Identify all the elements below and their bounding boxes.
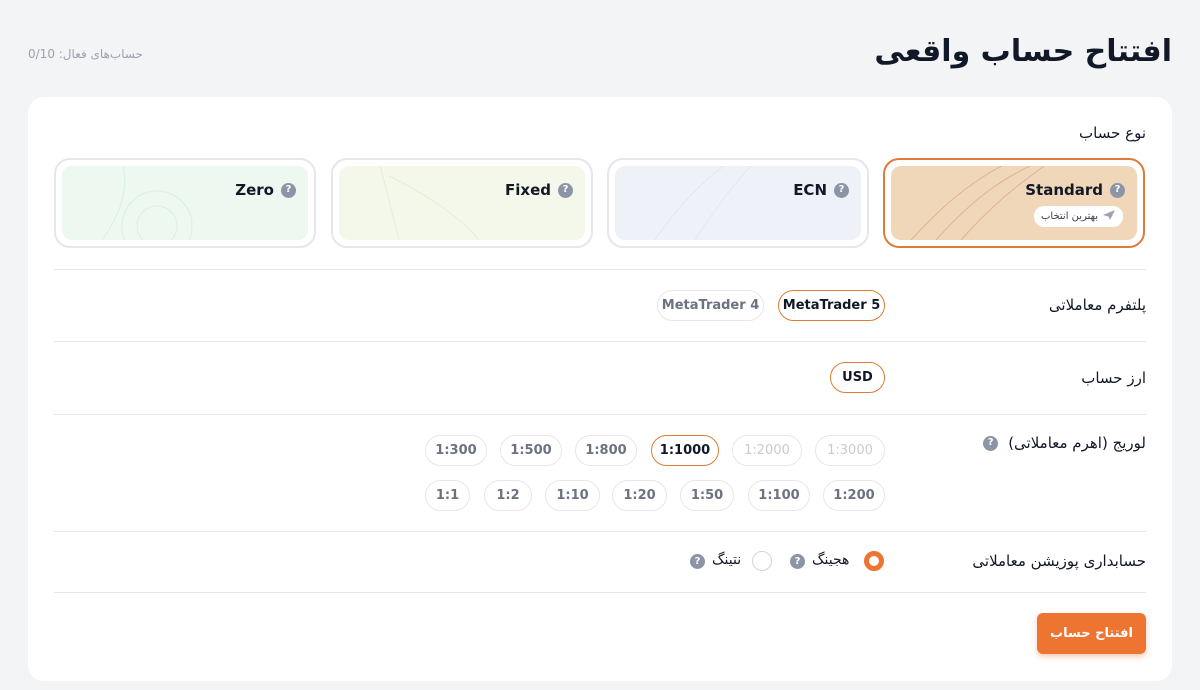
divider xyxy=(54,341,1146,342)
best-choice-badge: بهترین انتخاب xyxy=(1034,206,1123,227)
platform-label: پلتفرم معاملاتی xyxy=(1048,296,1146,314)
question-circle-icon[interactable]: ? xyxy=(983,435,999,451)
leverage-option[interactable]: 1:20 xyxy=(612,480,667,511)
account-type-name: Fixed xyxy=(505,181,551,199)
account-type-label: نوع حساب xyxy=(1079,124,1146,142)
account-type-zero[interactable]: Zero ? xyxy=(54,158,316,248)
question-circle-icon[interactable]: ? xyxy=(834,182,849,198)
divider xyxy=(54,531,1146,532)
decorative-lines-icon xyxy=(654,166,752,240)
platform-option-mt5[interactable]: MetaTrader 5 xyxy=(778,290,885,321)
best-choice-badge-label: بهترین انتخاب xyxy=(1041,211,1098,222)
leverage-label: لوریج (اهرم معاملاتی) xyxy=(1008,434,1146,452)
leverage-option[interactable]: 1:1000 xyxy=(651,435,719,466)
account-type-fixed-title: Fixed ? xyxy=(505,181,573,199)
account-type-name: ECN xyxy=(793,181,827,199)
leverage-option[interactable]: 1:300 xyxy=(425,435,487,466)
active-accounts-count: حساب‌های فعال: 0/10 xyxy=(28,47,143,61)
rocket-icon xyxy=(1102,209,1116,224)
divider xyxy=(54,414,1146,415)
leverage-option[interactable]: 1:2000 xyxy=(732,435,802,466)
account-type-standard-title: Standard ? xyxy=(1025,181,1125,199)
leverage-option[interactable]: 1:500 xyxy=(500,435,562,466)
currency-option-usd[interactable]: USD xyxy=(830,362,885,393)
leverage-option[interactable]: 1:3000 xyxy=(815,435,885,466)
account-form-card: نوع حساب Standard ? بهترین انتخاب ECN ? … xyxy=(28,97,1172,681)
account-type-ecn-title: ECN ? xyxy=(793,181,849,199)
divider xyxy=(54,269,1146,270)
decorative-lines-icon xyxy=(101,166,193,240)
question-circle-icon[interactable]: ? xyxy=(790,554,805,569)
account-type-ecn[interactable]: ECN ? xyxy=(607,158,869,248)
radio-netting[interactable] xyxy=(752,551,772,571)
leverage-label-wrap: لوریج (اهرم معاملاتی) ? xyxy=(983,434,1146,452)
question-circle-icon[interactable]: ? xyxy=(281,182,296,198)
leverage-option[interactable]: 1:1 xyxy=(425,480,470,511)
question-circle-icon[interactable]: ? xyxy=(558,182,573,198)
position-accounting-label: حسابداری پوزیشن معاملاتی xyxy=(972,552,1146,570)
account-type-zero-bg: Zero ? xyxy=(62,166,308,240)
account-type-zero-title: Zero ? xyxy=(235,181,296,199)
question-circle-icon[interactable]: ? xyxy=(690,554,705,569)
currency-label: ارز حساب xyxy=(1081,369,1146,387)
leverage-option[interactable]: 1:800 xyxy=(575,435,637,466)
leverage-option[interactable]: 1:200 xyxy=(823,480,885,511)
account-type-standard[interactable]: Standard ? بهترین انتخاب xyxy=(883,158,1145,248)
account-type-name: Zero xyxy=(235,181,274,199)
leverage-option[interactable]: 1:10 xyxy=(545,480,600,511)
question-circle-icon[interactable]: ? xyxy=(1110,182,1125,198)
page-title: افتتاح حساب واقعی xyxy=(874,34,1172,69)
account-type-name: Standard xyxy=(1025,181,1103,199)
decorative-lines-icon xyxy=(910,166,1045,240)
account-type-fixed-bg: Fixed ? xyxy=(339,166,585,240)
account-type-ecn-bg: ECN ? xyxy=(615,166,861,240)
leverage-option[interactable]: 1:2 xyxy=(484,480,532,511)
decorative-lines-icon xyxy=(379,166,480,240)
account-type-fixed[interactable]: Fixed ? xyxy=(331,158,593,248)
account-type-standard-bg: Standard ? بهترین انتخاب xyxy=(891,166,1137,240)
open-account-button[interactable]: افتتاح حساب xyxy=(1037,613,1146,654)
radio-hedging[interactable] xyxy=(864,551,884,571)
radio-hedging-label: هجینگ xyxy=(812,552,850,568)
divider xyxy=(54,592,1146,593)
leverage-option[interactable]: 1:100 xyxy=(748,480,810,511)
platform-option-mt4[interactable]: MetaTrader 4 xyxy=(657,290,764,321)
leverage-option[interactable]: 1:50 xyxy=(680,480,734,511)
radio-netting-label: نتینگ xyxy=(712,552,742,568)
